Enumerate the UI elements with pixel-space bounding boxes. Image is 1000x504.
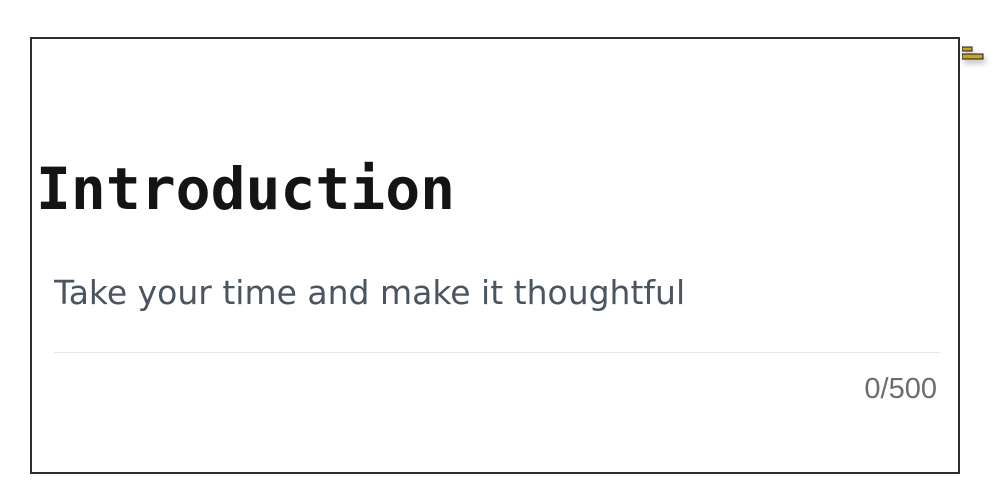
input-divider xyxy=(54,352,940,353)
section-title: Introduction xyxy=(36,155,456,223)
character-counter: 0/500 xyxy=(864,373,937,405)
introduction-input[interactable] xyxy=(54,265,940,319)
page: Introduction 0/500 xyxy=(0,0,1000,504)
introduction-card: Introduction 0/500 xyxy=(30,37,960,474)
drag-handle-icon[interactable] xyxy=(962,45,984,63)
